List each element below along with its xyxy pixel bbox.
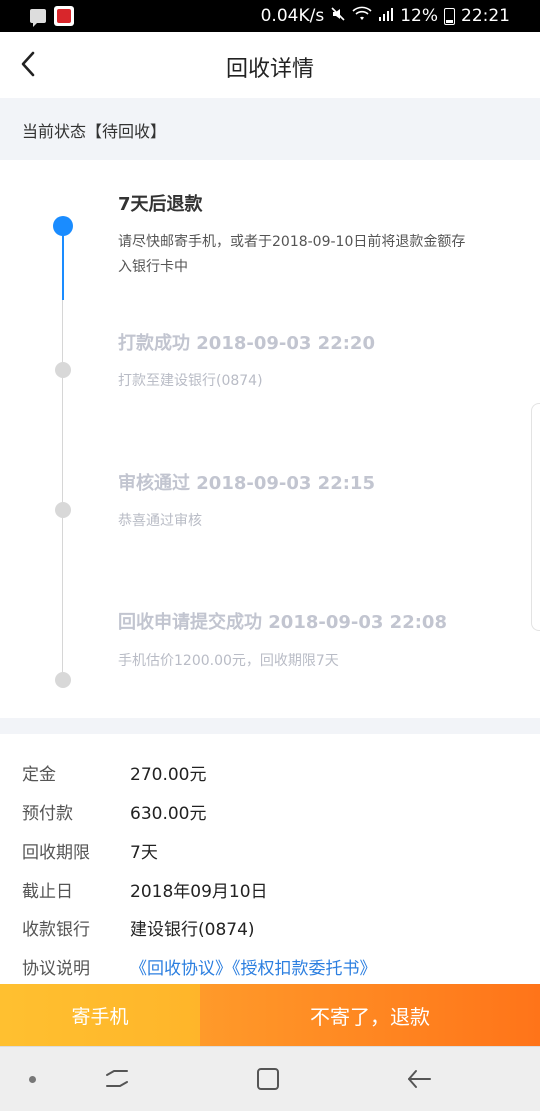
info-label: 截止日 <box>22 882 73 902</box>
home-icon[interactable] <box>256 1067 280 1091</box>
status-bar-right: 0.04K/s 12% 22:21 <box>261 6 510 26</box>
info-label: 预付款 <box>22 804 73 824</box>
battery-icon <box>444 7 455 25</box>
clock: 22:21 <box>461 6 510 26</box>
refund-button[interactable]: 不寄了，退款 <box>200 984 540 1046</box>
action-bar: 寄手机 不寄了，退款 <box>0 984 540 1046</box>
info-label: 协议说明 <box>22 959 90 979</box>
timeline-step-title: 7天后退款 <box>118 194 203 215</box>
info-value: 270.00元 <box>130 765 207 785</box>
side-panel-handle[interactable] <box>531 403 540 631</box>
status-bar-left <box>30 6 74 27</box>
battery-percent: 12% <box>400 6 438 26</box>
timeline-step-desc: 打款至建设银行(0874) <box>118 373 263 389</box>
back-nav-icon[interactable] <box>406 1067 432 1091</box>
timeline-step-title: 回收申请提交成功 2018-09-03 22:08 <box>118 612 447 633</box>
network-speed: 0.04K/s <box>260 6 325 26</box>
wifi-icon <box>352 6 372 26</box>
info-value: 7天 <box>130 843 158 863</box>
timeline-progress <box>61 226 64 300</box>
message-icon <box>30 9 46 27</box>
page-title: 回收详情 <box>225 57 314 82</box>
current-status-banner: 当前状态【待回收】 <box>0 98 540 160</box>
timeline-step-title: 打款成功 2018-09-03 22:20 <box>118 333 375 354</box>
system-nav-bar <box>0 1046 540 1111</box>
timeline-step-desc: 手机估价1200.00元，回收期限7天 <box>118 653 339 669</box>
section-divider <box>0 718 540 734</box>
nav-dot-icon[interactable] <box>29 1076 36 1083</box>
recent-apps-icon[interactable] <box>104 1067 130 1091</box>
timeline-dot-active <box>53 216 73 236</box>
current-status-text: 当前状态【待回收】 <box>22 122 167 141</box>
progress-timeline: 7天后退款 请尽快邮寄手机，或者于2018-09-10日前将退款金额存入银行卡中… <box>0 160 540 718</box>
status-bar: 0.04K/s 12% 22:21 <box>0 0 540 32</box>
mute-icon <box>330 6 346 26</box>
info-label: 回收期限 <box>22 843 90 863</box>
timeline-dot <box>55 502 71 518</box>
timeline-step-title: 审核通过 2018-09-03 22:15 <box>118 473 375 494</box>
signal-icon <box>378 6 394 26</box>
timeline-step-desc: 请尽快邮寄手机，或者于2018-09-10日前将退款金额存入银行卡中 <box>118 234 466 275</box>
info-label: 收款银行 <box>22 920 90 940</box>
timeline-dot <box>55 362 71 378</box>
timeline-dot <box>55 672 71 688</box>
info-value: 2018年09月10日 <box>130 882 268 902</box>
info-label: 定金 <box>22 765 56 785</box>
send-phone-button[interactable]: 寄手机 <box>0 984 200 1046</box>
timeline-step-desc: 恭喜通过审核 <box>118 513 202 529</box>
recycle-info-list: 定金 270.00元 预付款 630.00元 回收期限 7天 截止日 2018年… <box>0 734 540 984</box>
nav-bar: 回收详情 <box>0 32 540 98</box>
info-value: 630.00元 <box>130 804 207 824</box>
app-notification-icon <box>54 6 74 26</box>
info-value: 建设银行(0874) <box>130 920 255 940</box>
agreement-link[interactable]: 《回收协议》《授权扣款委托书》 <box>130 954 377 979</box>
